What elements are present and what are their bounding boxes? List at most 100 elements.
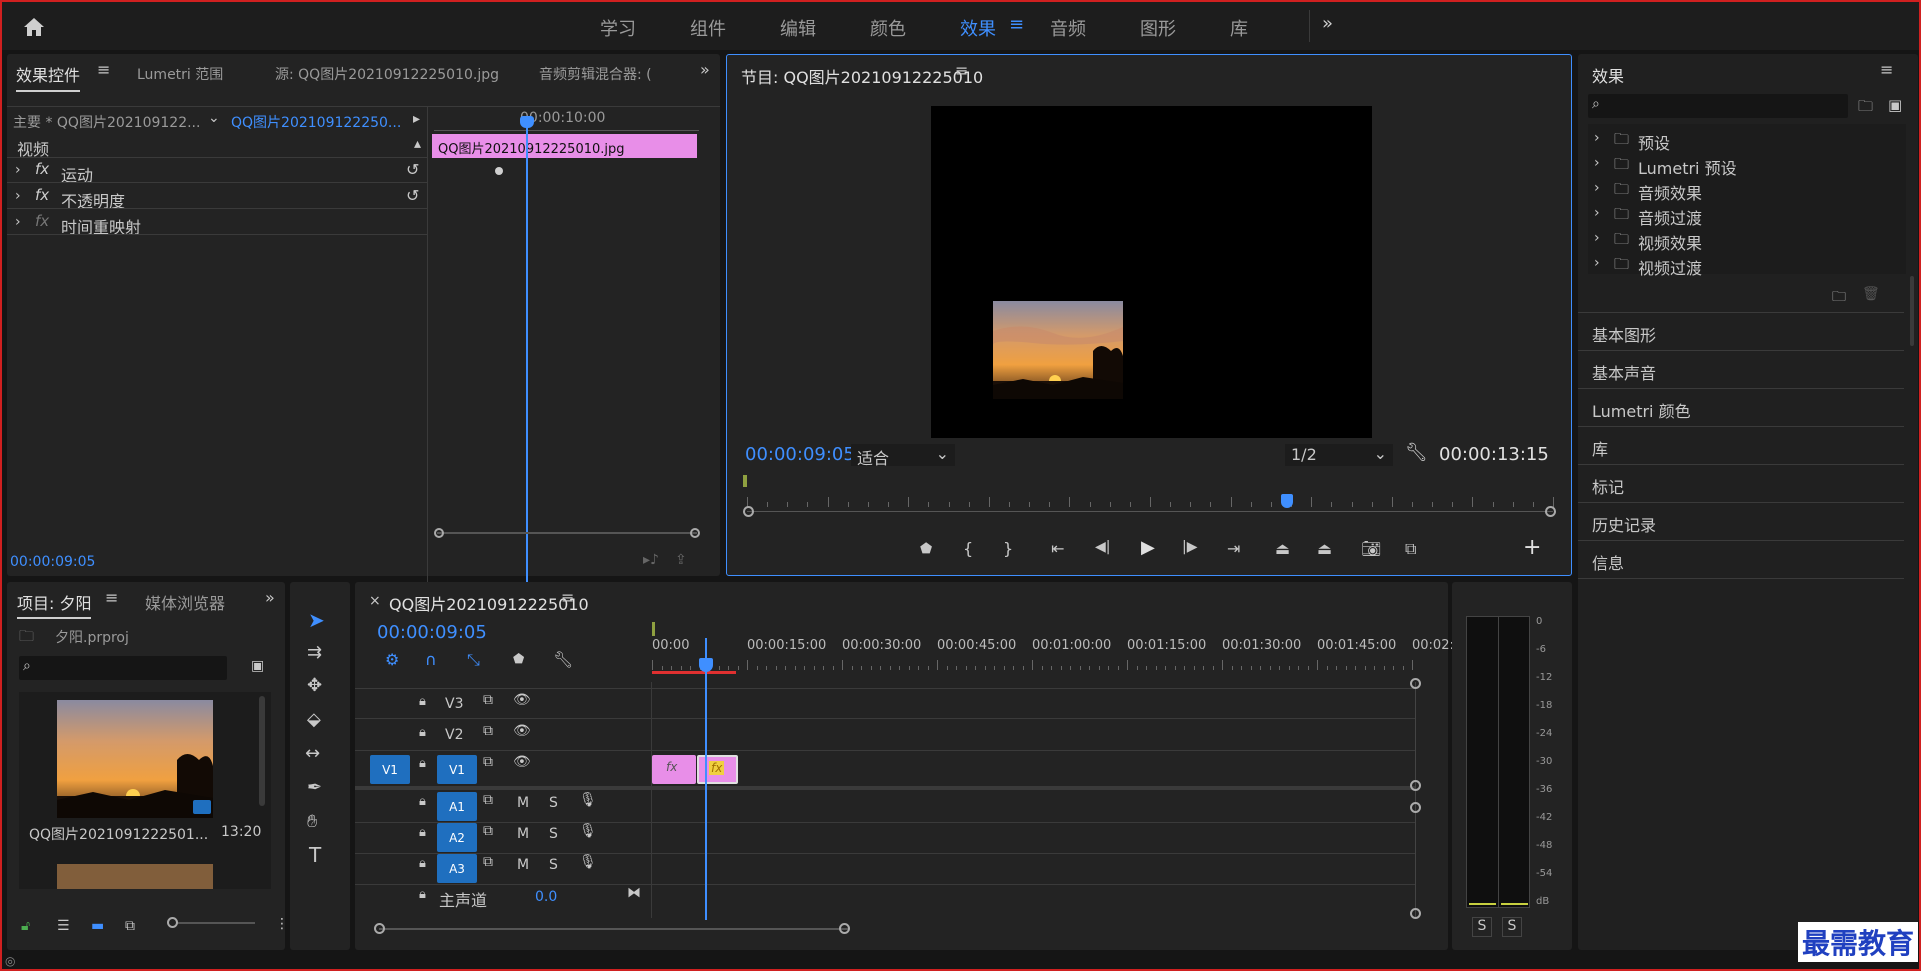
lock-icon[interactable]: 🔒︎ [419, 825, 426, 840]
workspace-tab-audio[interactable]: 音频 [1050, 15, 1086, 41]
workspace-tab-editing[interactable]: 编辑 [780, 15, 816, 41]
lock-icon[interactable]: 🔒︎ [419, 794, 426, 809]
section-essential-graphics[interactable]: 基本图形 [1592, 322, 1656, 346]
solo-button[interactable]: S [549, 795, 558, 811]
linked-selection-icon[interactable]: ⤡ [467, 650, 480, 670]
timeline-playhead[interactable] [705, 638, 707, 920]
reset-icon[interactable]: ↺ [406, 160, 419, 179]
tab-project[interactable]: 项目: 夕阳 [17, 590, 92, 619]
ec-timecode[interactable]: 00:00:09:05 [10, 554, 95, 570]
mark-in-icon[interactable]: { [963, 539, 973, 558]
selection-tool-icon[interactable]: ➤ [308, 608, 325, 632]
slip-tool-icon[interactable]: ↔ [305, 743, 320, 764]
hand-tool-icon[interactable]: ✋︎ [307, 811, 317, 832]
play-only-icon[interactable]: ▸ [413, 111, 420, 127]
workspace-tab-graphics[interactable]: 图形 [1140, 15, 1176, 41]
lock-icon[interactable]: 🔓︎ [21, 918, 30, 934]
sync-lock-icon[interactable]: ⧉ [483, 854, 493, 870]
section-markers[interactable]: 标记 [1592, 474, 1624, 498]
tree-item-presets[interactable]: › 🗀︎ 预设 [1588, 128, 1906, 153]
add-button-icon[interactable]: + [1523, 535, 1541, 560]
new-bin-icon[interactable]: 🗀︎ [1858, 96, 1873, 121]
scrollbar[interactable] [259, 696, 265, 806]
workspace-menu-icon[interactable]: ≡ [1009, 14, 1024, 35]
timeline-clip-selected[interactable]: fx [697, 755, 738, 784]
workspace-tab-effects[interactable]: 效果 [960, 15, 996, 41]
play-icon[interactable]: ▶ [1141, 537, 1155, 558]
microphone-icon[interactable]: 🎙︎ [579, 854, 597, 870]
comparison-view-icon[interactable]: ⧉ [1405, 539, 1416, 559]
type-tool-icon[interactable]: T [309, 843, 321, 867]
fit-dropdown[interactable]: 适合 ⌄ [851, 444, 955, 468]
more-options-icon[interactable]: ⋮ [275, 916, 289, 932]
track-select-tool-icon[interactable]: ⇉ [307, 642, 322, 663]
tree-item-video-effects[interactable]: › 🗀︎ 视频效果 [1588, 228, 1906, 253]
eye-icon[interactable]: 👁︎ [513, 723, 531, 739]
export-icon[interactable]: ⇪ [675, 552, 687, 568]
panel-menu-icon[interactable]: ≡ [561, 588, 574, 607]
microphone-icon[interactable]: 🎙︎ [579, 823, 597, 839]
solo-left-button[interactable]: S [1472, 917, 1492, 937]
workspace-tab-assembly[interactable]: 组件 [690, 15, 726, 41]
tree-item-lumetri-presets[interactable]: › 🗀︎ Lumetri 预设 [1588, 153, 1906, 178]
resolution-dropdown[interactable]: 1/2 ⌄ [1285, 444, 1393, 466]
program-ruler[interactable] [747, 497, 1554, 507]
wrench-icon[interactable]: 🔧︎ [1405, 442, 1428, 463]
lift-icon[interactable]: ⏏ [1275, 539, 1290, 558]
new-custom-bin-icon[interactable]: 🗀︎ [1832, 286, 1846, 310]
eye-icon[interactable]: 👁︎ [513, 754, 531, 770]
collapse-icon[interactable]: ▴ [414, 136, 421, 152]
zoom-handle[interactable] [434, 528, 444, 538]
horizontal-scrollbar[interactable] [379, 928, 849, 930]
solo-button[interactable]: S [549, 857, 558, 873]
section-history[interactable]: 历史记录 [1592, 512, 1656, 536]
master-volume-value[interactable]: 0.0 [535, 889, 557, 905]
section-essential-sound[interactable]: 基本声音 [1592, 360, 1656, 384]
sync-lock-icon[interactable]: ⧉ [483, 692, 493, 708]
panel-menu-icon[interactable]: ≡ [955, 61, 968, 80]
icon-view-icon[interactable]: ▬ [91, 918, 104, 934]
timeline-ruler[interactable]: 00:00 00:00:15:00 00:00:30:00 00:00:45:00 00… [652, 638, 1462, 682]
home-icon[interactable] [20, 14, 48, 40]
delete-icon[interactable]: 🗑︎ [1862, 286, 1880, 302]
go-to-out-icon[interactable]: ⇥ [1227, 539, 1240, 558]
clip-thumbnail[interactable] [57, 700, 213, 818]
tree-item-video-transitions[interactable]: › 🗀︎ 视频过渡 [1588, 253, 1906, 278]
expand-chevron-icon[interactable]: › [15, 214, 21, 230]
lock-icon[interactable]: 🔒︎ [419, 694, 426, 709]
add-marker-icon[interactable]: ⬟ [513, 652, 524, 667]
tab-media-browser[interactable]: 媒体浏览器 [145, 590, 225, 614]
selected-clip-label[interactable]: QQ图片202109122250... [231, 112, 401, 132]
panel-menu-icon[interactable]: ≡ [105, 588, 118, 607]
tab-source[interactable]: 源: QQ图片20210912225010.jpg [275, 64, 499, 84]
sync-lock-icon[interactable]: ⧉ [483, 754, 493, 770]
keyframe-dot[interactable] [495, 167, 503, 175]
ec-zoom-bar[interactable] [437, 532, 697, 534]
zoom-handle[interactable] [374, 923, 385, 934]
lock-icon[interactable]: 🔒︎ [419, 887, 426, 902]
go-to-in-icon[interactable]: ⇤ [1051, 539, 1064, 558]
ec-playhead-handle[interactable] [520, 116, 534, 128]
expand-chevron-icon[interactable]: › [15, 162, 21, 178]
fx-icon[interactable]: fx [35, 186, 49, 204]
sync-lock-icon[interactable]: ⧉ [483, 723, 493, 739]
reset-icon[interactable]: ↺ [406, 186, 419, 205]
mute-button[interactable]: M [517, 795, 529, 811]
wrench-icon[interactable]: 🔧︎ [553, 650, 573, 669]
video-audio-divider[interactable] [355, 786, 1415, 790]
track-label-v1[interactable]: V1 [437, 755, 477, 784]
sync-lock-icon[interactable]: ⧉ [483, 823, 493, 839]
close-icon[interactable]: × [369, 593, 381, 609]
section-libraries[interactable]: 库 [1592, 436, 1608, 460]
tab-lumetri-scopes[interactable]: Lumetri 范围 [137, 64, 223, 84]
panel-overflow-icon[interactable]: » [700, 60, 710, 79]
solo-button[interactable]: S [549, 826, 558, 842]
mute-button[interactable]: M [517, 826, 529, 842]
tab-effect-controls[interactable]: 效果控件 [16, 62, 81, 92]
clip-thumbnail-partial[interactable] [57, 864, 213, 889]
workspace-tab-learn[interactable]: 学习 [600, 15, 636, 41]
work-area-bar[interactable] [652, 671, 736, 674]
tree-item-audio-transitions[interactable]: › 🗀︎ 音频过渡 [1588, 203, 1906, 228]
timeline-timecode[interactable]: 00:00:09:05 [377, 622, 487, 643]
razor-tool-icon[interactable]: ⬙ [307, 709, 321, 730]
